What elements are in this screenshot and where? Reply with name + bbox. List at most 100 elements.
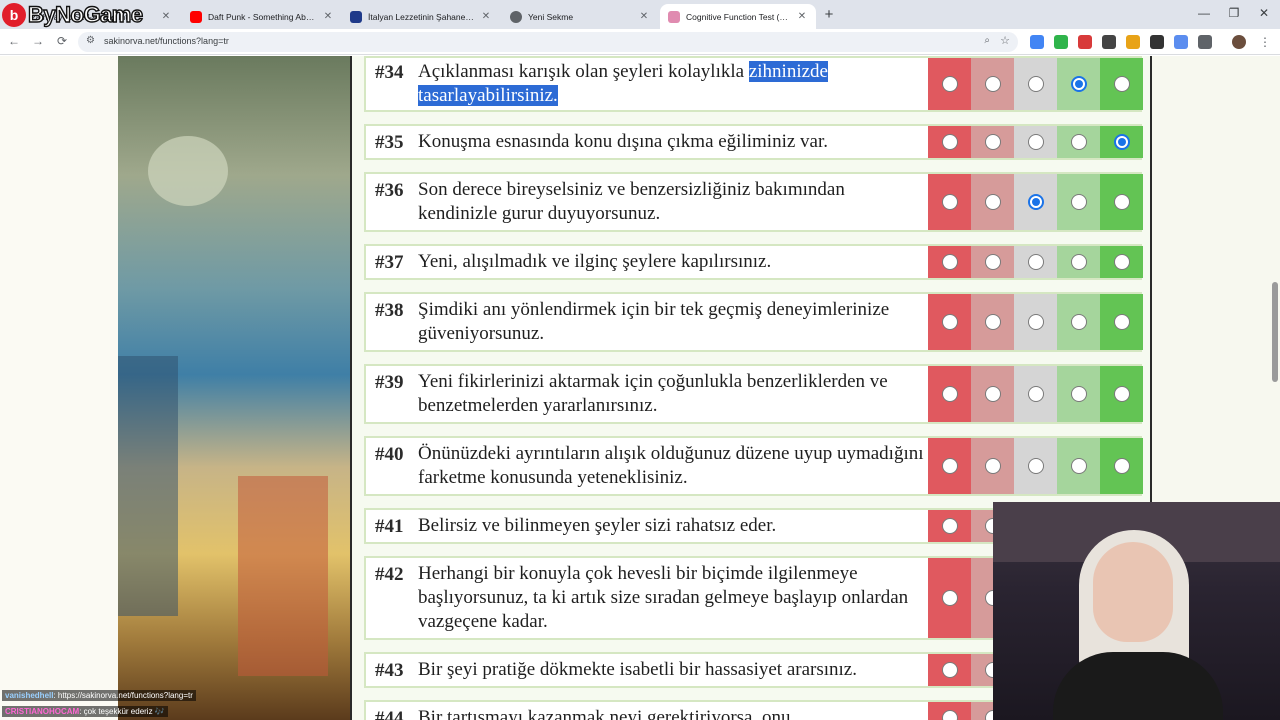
tab-close-icon[interactable]: ✕ bbox=[160, 11, 172, 22]
site-info-icon[interactable]: ⚙ bbox=[86, 35, 95, 46]
answer-cell-5[interactable] bbox=[1100, 366, 1143, 422]
tab-2[interactable]: Daft Punk - Something About Us ✕ bbox=[182, 4, 342, 29]
answer-radio-3[interactable] bbox=[1027, 194, 1044, 210]
tab-close-icon[interactable]: ✕ bbox=[322, 11, 334, 22]
answer-cell-1[interactable] bbox=[928, 294, 971, 350]
answer-radio-5[interactable] bbox=[1113, 134, 1130, 150]
answer-cell-5[interactable] bbox=[1100, 438, 1143, 494]
answer-cell-5[interactable] bbox=[1100, 294, 1143, 350]
answer-cell-1[interactable] bbox=[928, 366, 971, 422]
answer-radio-2[interactable] bbox=[984, 386, 1001, 402]
minimize-button[interactable]: — bbox=[1194, 6, 1214, 20]
answer-radio-1[interactable] bbox=[941, 710, 958, 720]
forward-button[interactable]: → bbox=[30, 34, 46, 48]
answer-cell-5[interactable] bbox=[1100, 58, 1143, 110]
answer-cell-1[interactable] bbox=[928, 558, 971, 638]
reload-button[interactable]: ⟳ bbox=[54, 34, 70, 48]
extension-icon[interactable] bbox=[1102, 35, 1116, 49]
answer-cell-4[interactable] bbox=[1057, 126, 1100, 158]
answer-cell-1[interactable] bbox=[928, 126, 971, 158]
answer-cell-1[interactable] bbox=[928, 174, 971, 230]
answer-radio-1[interactable] bbox=[941, 254, 958, 270]
extension-icon[interactable] bbox=[1150, 35, 1164, 49]
tab-3[interactable]: İtalyan Lezzetinin Şahanesi Tiramisu ✕ bbox=[342, 4, 500, 29]
answer-radio-3[interactable] bbox=[1027, 76, 1044, 92]
answer-radio-3[interactable] bbox=[1027, 386, 1044, 402]
answer-radio-3[interactable] bbox=[1027, 254, 1044, 270]
translate-extension-icon[interactable] bbox=[1030, 35, 1044, 49]
tab-4[interactable]: Yeni Sekme ✕ bbox=[502, 4, 658, 29]
answer-cell-5[interactable] bbox=[1100, 174, 1143, 230]
answer-radio-4[interactable] bbox=[1070, 254, 1087, 270]
answer-radio-3[interactable] bbox=[1027, 134, 1044, 150]
answer-cell-2[interactable] bbox=[971, 58, 1014, 110]
answer-radio-2[interactable] bbox=[984, 134, 1001, 150]
answer-cell-5[interactable] bbox=[1100, 246, 1143, 278]
answer-radio-5[interactable] bbox=[1113, 458, 1130, 474]
back-button[interactable]: ← bbox=[6, 34, 22, 48]
answer-radio-2[interactable] bbox=[984, 194, 1001, 210]
answer-radio-1[interactable] bbox=[941, 134, 958, 150]
address-bar[interactable]: ⚙ sakinorva.net/functions?lang=tr ⌕ ☆ bbox=[78, 32, 1018, 52]
answer-radio-3[interactable] bbox=[1027, 314, 1044, 330]
answer-cell-4[interactable] bbox=[1057, 58, 1100, 110]
answer-cell-3[interactable] bbox=[1014, 366, 1057, 422]
answer-radio-5[interactable] bbox=[1113, 386, 1130, 402]
answer-cell-3[interactable] bbox=[1014, 294, 1057, 350]
answer-cell-1[interactable] bbox=[928, 510, 971, 542]
answer-radio-4[interactable] bbox=[1070, 194, 1087, 210]
answer-radio-2[interactable] bbox=[984, 76, 1001, 92]
answer-radio-1[interactable] bbox=[941, 662, 958, 678]
answer-cell-4[interactable] bbox=[1057, 174, 1100, 230]
answer-radio-1[interactable] bbox=[941, 194, 958, 210]
answer-radio-1[interactable] bbox=[941, 314, 958, 330]
answer-radio-1[interactable] bbox=[941, 76, 958, 92]
answer-cell-3[interactable] bbox=[1014, 126, 1057, 158]
answer-radio-2[interactable] bbox=[984, 254, 1001, 270]
menu-icon[interactable]: ⋮ bbox=[1258, 35, 1272, 49]
answer-radio-1[interactable] bbox=[941, 458, 958, 474]
answer-cell-1[interactable] bbox=[928, 246, 971, 278]
shield-extension-icon[interactable] bbox=[1054, 35, 1068, 49]
close-window-button[interactable]: ✕ bbox=[1254, 6, 1274, 20]
new-tab-button[interactable]: + bbox=[820, 6, 838, 24]
extension-icon[interactable] bbox=[1078, 35, 1092, 49]
answer-radio-4[interactable] bbox=[1070, 458, 1087, 474]
answer-radio-5[interactable] bbox=[1113, 194, 1130, 210]
bookmark-star-icon[interactable]: ☆ bbox=[1000, 34, 1010, 47]
answer-cell-4[interactable] bbox=[1057, 294, 1100, 350]
tab-5-active[interactable]: Cognitive Function Test (Grant/Bro... ✕ bbox=[660, 4, 816, 29]
answer-cell-3[interactable] bbox=[1014, 438, 1057, 494]
answer-radio-3[interactable] bbox=[1027, 458, 1044, 474]
answer-radio-1[interactable] bbox=[941, 518, 958, 534]
answer-cell-1[interactable] bbox=[928, 58, 971, 110]
answer-cell-2[interactable] bbox=[971, 126, 1014, 158]
answer-cell-2[interactable] bbox=[971, 174, 1014, 230]
answer-radio-4[interactable] bbox=[1070, 314, 1087, 330]
profile-avatar[interactable] bbox=[1232, 35, 1246, 49]
answer-radio-1[interactable] bbox=[941, 386, 958, 402]
answer-cell-1[interactable] bbox=[928, 654, 971, 686]
answer-cell-3[interactable] bbox=[1014, 246, 1057, 278]
answer-radio-5[interactable] bbox=[1113, 254, 1130, 270]
maximize-button[interactable]: ❐ bbox=[1224, 6, 1244, 20]
answer-radio-4[interactable] bbox=[1070, 386, 1087, 402]
tab-close-icon[interactable]: ✕ bbox=[638, 11, 650, 22]
tab-close-icon[interactable]: ✕ bbox=[796, 11, 808, 22]
answer-cell-3[interactable] bbox=[1014, 58, 1057, 110]
answer-radio-2[interactable] bbox=[984, 458, 1001, 474]
answer-cell-4[interactable] bbox=[1057, 246, 1100, 278]
answer-radio-4[interactable] bbox=[1070, 134, 1087, 150]
extension-icon[interactable] bbox=[1174, 35, 1188, 49]
answer-radio-2[interactable] bbox=[984, 314, 1001, 330]
answer-cell-1[interactable] bbox=[928, 438, 971, 494]
answer-radio-4[interactable] bbox=[1070, 76, 1087, 92]
answer-cell-1[interactable] bbox=[928, 702, 971, 720]
answer-cell-2[interactable] bbox=[971, 366, 1014, 422]
answer-radio-1[interactable] bbox=[941, 590, 958, 606]
tab-close-icon[interactable]: ✕ bbox=[480, 11, 492, 22]
answer-radio-5[interactable] bbox=[1113, 76, 1130, 92]
answer-cell-3[interactable] bbox=[1014, 174, 1057, 230]
extension-icon[interactable] bbox=[1126, 35, 1140, 49]
answer-cell-4[interactable] bbox=[1057, 366, 1100, 422]
